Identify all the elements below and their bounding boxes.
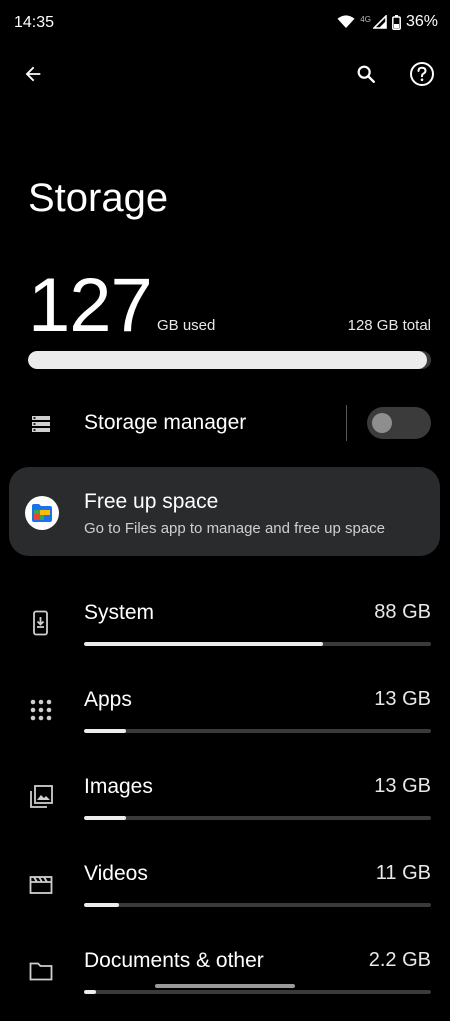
battery-icon [392, 14, 401, 30]
page-title: Storage [28, 176, 169, 220]
category-size: 11 GB [375, 862, 431, 884]
storage-manager-label[interactable]: Storage manager [84, 411, 246, 435]
wifi-icon [337, 15, 355, 29]
category-usage-bar [84, 816, 431, 820]
storage-list-icon [28, 411, 54, 437]
battery-percent: 36% [405, 13, 438, 30]
category-usage-fill [84, 642, 324, 646]
category-documents-other[interactable]: Documents & other 2.2 GB [0, 934, 450, 1021]
system-phone-icon [28, 610, 54, 641]
network-type-label: 4G [360, 15, 371, 24]
search-button[interactable] [346, 56, 386, 96]
free-up-space-subtitle: Go to Files app to manage and free up sp… [84, 520, 386, 537]
category-usage-fill [84, 903, 119, 907]
category-usage-bar [84, 642, 431, 646]
status-icons: 4G 36% [337, 13, 438, 31]
images-icon [28, 784, 54, 815]
storage-manager-toggle[interactable] [367, 407, 431, 439]
home-indicator[interactable] [155, 984, 295, 988]
storage-usage-fill [28, 351, 427, 369]
category-images[interactable]: Images 13 GB [0, 760, 450, 847]
storage-usage-bar [28, 351, 431, 369]
back-button[interactable] [13, 56, 53, 96]
free-up-space-card[interactable]: Free up space Go to Files app to manage … [9, 467, 440, 556]
back-arrow-icon [22, 63, 44, 90]
apps-grid-icon [28, 697, 54, 728]
toggle-knob [372, 413, 392, 433]
category-name: Images [84, 775, 153, 798]
files-app-icon [25, 496, 59, 530]
category-usage-bar [84, 990, 431, 994]
help-button[interactable] [402, 56, 442, 96]
category-size: 13 GB [374, 688, 431, 710]
free-up-space-title: Free up space [84, 490, 219, 513]
category-name: System [84, 601, 155, 624]
category-usage-fill [84, 990, 97, 994]
category-name: Videos [84, 862, 148, 885]
folder-icon [28, 958, 54, 989]
category-name: Apps [84, 688, 132, 711]
videos-clapper-icon [28, 871, 54, 902]
category-name: Documents & other [84, 949, 264, 972]
divider [346, 405, 347, 441]
category-size: 13 GB [374, 775, 431, 797]
category-usage-bar [84, 729, 431, 733]
used-unit-label: GB used [157, 317, 216, 334]
category-apps[interactable]: Apps 13 GB [0, 673, 450, 760]
category-size: 2.2 GB [368, 949, 431, 971]
category-size: 88 GB [374, 601, 431, 623]
category-usage-fill [84, 816, 126, 820]
category-system[interactable]: System 88 GB [0, 586, 450, 673]
category-videos[interactable]: Videos 11 GB [0, 847, 450, 934]
help-icon [409, 61, 435, 92]
total-capacity: 128 GB total [347, 317, 431, 334]
search-icon [355, 63, 377, 90]
used-amount: 127 [28, 263, 153, 348]
category-usage-fill [84, 729, 126, 733]
signal-icon [372, 15, 387, 29]
status-time: 14:35 [14, 14, 55, 31]
category-usage-bar [84, 903, 431, 907]
